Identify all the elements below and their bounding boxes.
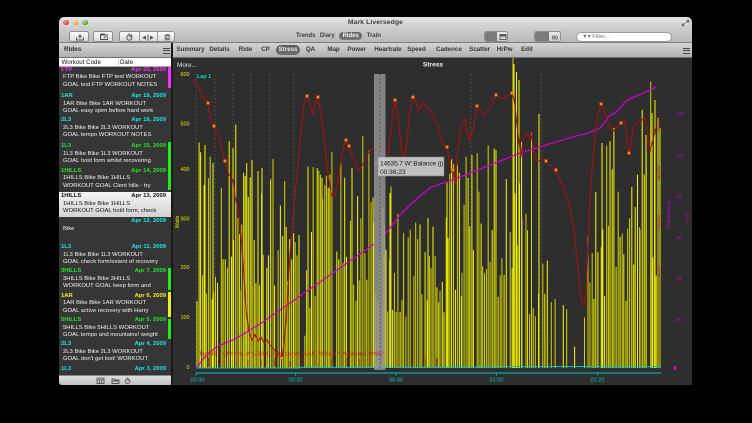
svg-text:00:00: 00:00	[191, 378, 205, 384]
svg-text:Tau=451, CP=286, W’=23000, 18: Tau=451, CP=286, W’=23000, 18 matches >2…	[199, 352, 385, 358]
svg-text:Lap 1: Lap 1	[197, 74, 211, 80]
svg-text:80: 80	[552, 36, 558, 42]
svg-text:600: 600	[181, 72, 190, 78]
svg-text:Stress: Stress	[423, 62, 443, 69]
svg-text:00:36:23: 00:36:23	[380, 169, 406, 176]
svg-text:300: 300	[181, 217, 190, 223]
svg-text:15,000: 15,000	[656, 166, 661, 180]
svg-text:0: 0	[187, 365, 190, 371]
svg-text:W’ Balance (j): W’ Balance (j)	[666, 200, 671, 229]
svg-text:01:20: 01:20	[591, 378, 605, 384]
svg-text:80: 80	[676, 194, 682, 200]
svg-text:More...: More...	[177, 62, 197, 69]
svg-text:00:40: 00:40	[389, 378, 403, 384]
svg-text:100: 100	[181, 315, 190, 321]
svg-text:120: 120	[676, 111, 684, 117]
svg-text:10,000: 10,000	[656, 215, 661, 229]
svg-text:400: 400	[181, 167, 190, 173]
svg-text:Watts: Watts	[175, 215, 181, 228]
svg-text:00:20: 00:20	[289, 378, 303, 384]
svg-text:14635.7 W’ Balance (j): 14635.7 W’ Balance (j)	[380, 161, 443, 168]
svg-text:01:00: 01:00	[490, 378, 504, 384]
svg-text:200: 200	[181, 265, 190, 271]
svg-text:TISS: TISS	[685, 213, 690, 223]
svg-text:60: 60	[676, 235, 682, 241]
svg-text:20,000: 20,000	[656, 117, 661, 131]
svg-text:40: 40	[676, 276, 682, 282]
svg-text:20: 20	[676, 317, 682, 323]
svg-text:5,000: 5,000	[656, 265, 661, 277]
svg-text:100: 100	[676, 153, 684, 159]
svg-text:500: 500	[181, 122, 190, 128]
